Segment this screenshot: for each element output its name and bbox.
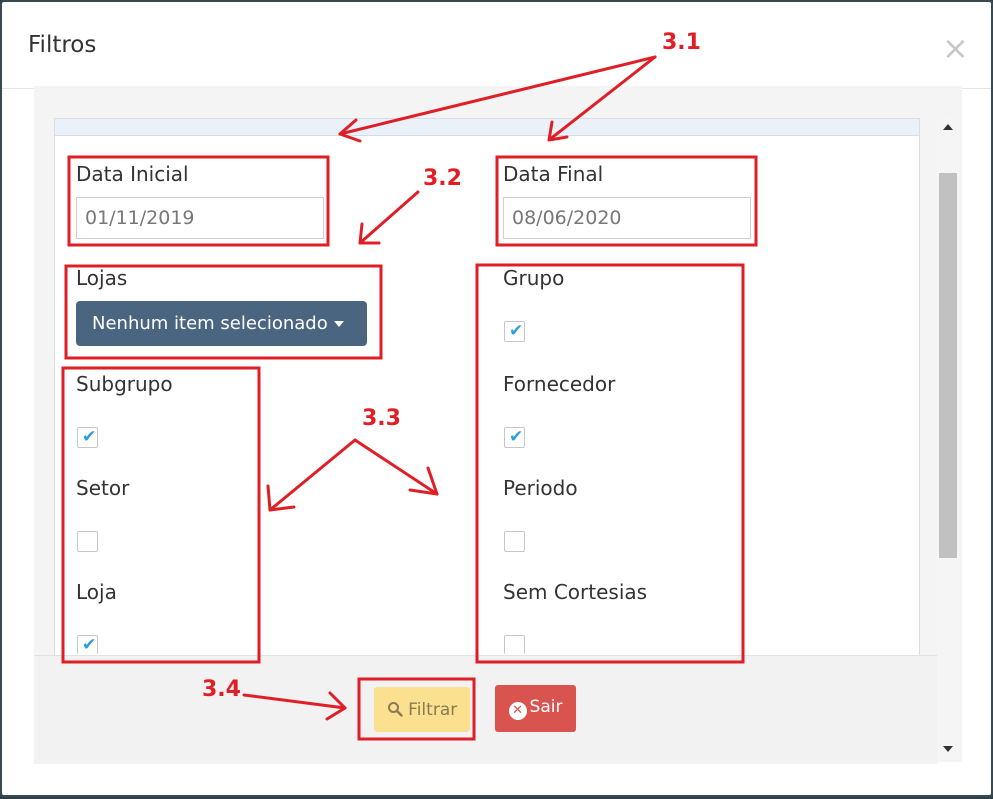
data-inicial-label: Data Inicial <box>76 162 189 186</box>
setor-label: Setor <box>76 476 130 500</box>
search-icon <box>387 701 403 717</box>
sair-label: Sair <box>529 697 563 717</box>
modal-header: Filtros × <box>2 2 991 89</box>
loja-label: Loja <box>76 580 117 604</box>
subgrupo-checkbox[interactable]: ✔ <box>77 427 98 448</box>
check-icon: ✔ <box>82 427 97 447</box>
data-final-label: Data Final <box>503 162 604 186</box>
annotation-label-3-4: 3.4 <box>202 677 241 702</box>
data-inicial-input[interactable] <box>76 197 324 239</box>
annotation-label-3-3: 3.3 <box>362 406 401 431</box>
sem-cortesias-label: Sem Cortesias <box>503 580 648 604</box>
annotation-label-3-2: 3.2 <box>423 166 462 191</box>
scroll-down-arrow-icon[interactable] <box>943 746 953 752</box>
grupo-checkbox[interactable]: ✔ <box>504 321 525 342</box>
scrollbar[interactable] <box>937 118 959 760</box>
annotation-label-3-1: 3.1 <box>662 30 701 55</box>
check-icon: ✔ <box>509 427 524 447</box>
close-circle-icon: ✕ <box>508 702 527 720</box>
data-final-input[interactable] <box>503 197 751 239</box>
lojas-label: Lojas <box>76 266 128 290</box>
filtrar-label: Filtrar <box>408 699 458 720</box>
filtrar-button[interactable]: Filtrar <box>374 687 470 732</box>
periodo-checkbox[interactable] <box>504 531 525 552</box>
scroll-up-arrow-icon[interactable] <box>943 124 953 130</box>
sem-cortesias-checkbox[interactable] <box>504 635 525 654</box>
scrollbar-thumb[interactable] <box>939 173 957 558</box>
fornecedor-checkbox[interactable]: ✔ <box>504 427 525 448</box>
modal-title: Filtros <box>28 32 97 58</box>
check-icon: ✔ <box>82 635 97 655</box>
lojas-dropdown-label: Nenhum item selecionado <box>92 313 328 334</box>
modal-footer <box>34 655 937 764</box>
lojas-dropdown-button[interactable]: Nenhum item selecionado <box>76 301 367 346</box>
fornecedor-label: Fornecedor <box>503 372 616 396</box>
grupo-label: Grupo <box>503 266 565 290</box>
sair-button[interactable]: ✕ Sair <box>495 685 576 732</box>
panel-header-strip <box>55 119 919 136</box>
caret-down-icon <box>333 321 344 327</box>
close-icon[interactable]: × <box>942 32 969 64</box>
setor-checkbox[interactable] <box>77 531 98 552</box>
subgrupo-label: Subgrupo <box>76 372 173 396</box>
periodo-label: Periodo <box>503 476 578 500</box>
loja-checkbox[interactable]: ✔ <box>77 635 98 655</box>
check-icon: ✔ <box>509 321 524 341</box>
